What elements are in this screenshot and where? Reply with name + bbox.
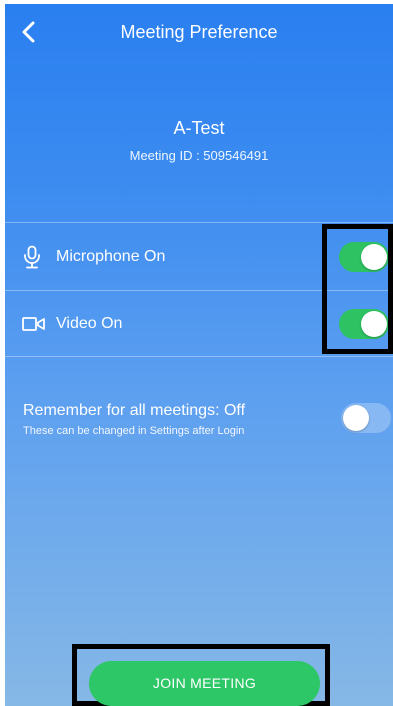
join-meeting-button[interactable]: JOIN MEETING <box>89 661 320 706</box>
divider <box>5 222 393 223</box>
divider <box>5 356 393 357</box>
meeting-preference-screen: Meeting Preference A-Test Meeting ID : 5… <box>5 4 393 706</box>
video-label: Video On <box>56 315 123 332</box>
video-camera-icon <box>22 317 45 331</box>
page-title: Meeting Preference <box>120 22 278 42</box>
highlight-frame <box>322 224 393 354</box>
navigation-bar: Meeting Preference <box>5 4 393 60</box>
meeting-name: A-Test <box>173 118 225 138</box>
meeting-id: Meeting ID : 509546491 <box>129 148 269 163</box>
remember-setting-hint: These can be changed in Settings after L… <box>23 425 245 437</box>
toggle-knob <box>343 405 369 431</box>
microphone-label: Microphone On <box>56 248 166 265</box>
remember-setting-label: Remember for all meetings: Off <box>23 402 246 419</box>
remember-toggle[interactable] <box>341 403 391 433</box>
microphone-icon <box>24 245 40 269</box>
